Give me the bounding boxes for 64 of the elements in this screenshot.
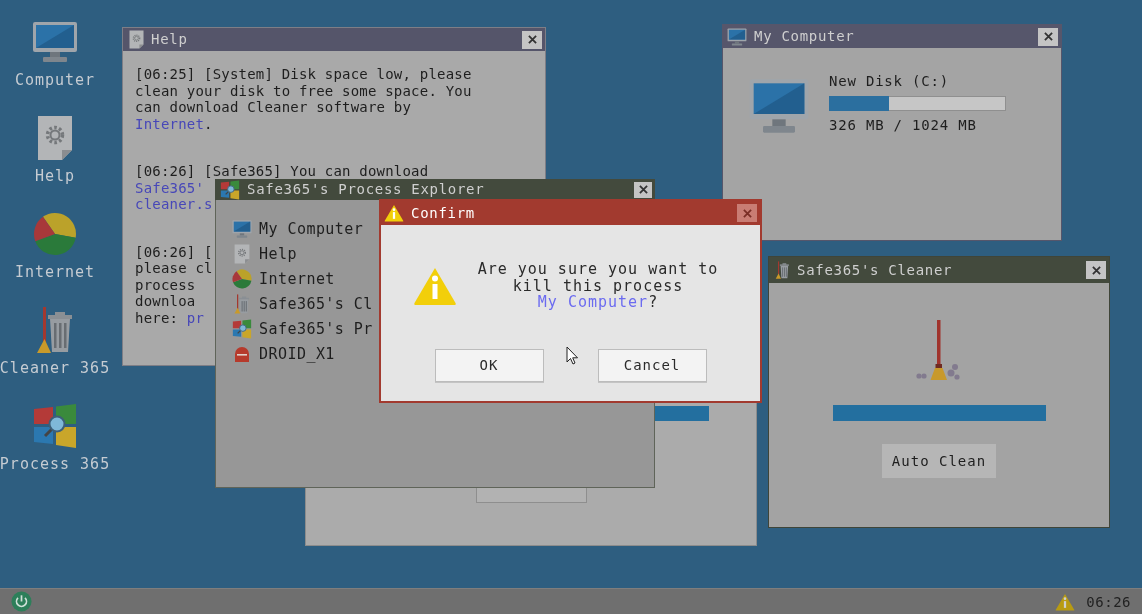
monitor-icon[interactable]: [32, 21, 78, 63]
log-message: [06:25] [System] Disk space low, please clean your disk to free some space. You can download Cleaner software by Internet.: [135, 66, 473, 132]
close-icon: [1043, 32, 1053, 41]
message-link[interactable]: cleaner.s: [135, 196, 213, 212]
window-title: Safe365's Cleaner: [797, 262, 954, 278]
close-icon: [638, 185, 648, 194]
close-icon: [1091, 265, 1101, 275]
process-item[interactable]: DROID_X1: [230, 341, 337, 366]
disk-name: New Disk (C:): [829, 73, 949, 90]
document-icon[interactable]: [37, 115, 73, 161]
close-button[interactable]: [634, 181, 652, 198]
close-button[interactable]: [1086, 261, 1106, 279]
desktop-icon-label[interactable]: Internet: [14, 264, 96, 280]
pie-chart-icon: [232, 268, 252, 289]
tiles-magnifier-icon: [232, 318, 252, 339]
mouse-cursor-icon: [566, 346, 578, 365]
message-link[interactable]: Internet: [135, 115, 205, 132]
message-link[interactable]: pr: [186, 309, 205, 326]
process-item[interactable]: Help: [230, 241, 299, 266]
confirm-message: Are you sure you want to kill this process My Computer?: [476, 261, 720, 311]
warning-icon[interactable]: [1055, 592, 1076, 611]
monitor-icon: [727, 27, 747, 46]
monitor-icon: [232, 218, 252, 239]
log-text-line: please cl: [135, 260, 213, 277]
window-title: Confirm: [411, 205, 476, 221]
clock-time: 06:26: [1086, 593, 1131, 610]
log-text-line: [06:26] [Safe365] You can download: [135, 163, 429, 180]
close-button[interactable]: [522, 30, 542, 49]
log-text-line: here: pr: [135, 309, 205, 326]
process-item[interactable]: Safe365's Cl: [230, 291, 375, 316]
trash-broom-icon: [775, 261, 790, 279]
document-icon: [232, 243, 252, 264]
close-icon: [527, 35, 537, 44]
log-text-line: downloa: [135, 293, 196, 310]
disk-usage-text: 326 MB / 1024 MB: [829, 117, 977, 134]
document-icon: [129, 30, 144, 49]
process-item[interactable]: Safe365's Pr: [230, 316, 375, 341]
warning-icon: [413, 266, 457, 306]
trash-broom-icon: [232, 293, 252, 314]
warning-icon: [384, 204, 404, 222]
desktop-icon-label[interactable]: Computer: [14, 72, 96, 88]
desktop-icon-label[interactable]: Process 365: [0, 456, 111, 472]
window-title: Safe365's Process Explorer: [247, 182, 486, 197]
log-text-line: [06:26] [: [135, 243, 213, 260]
desktop-icon-label[interactable]: Cleaner 365: [0, 360, 111, 376]
close-button[interactable]: [1038, 27, 1058, 46]
auto-clean-button[interactable]: Auto Clean: [882, 444, 996, 478]
tiles-magnifier-icon[interactable]: [32, 403, 78, 449]
progress-fill: [655, 406, 709, 421]
trash-broom-icon[interactable]: [35, 306, 75, 354]
pie-chart-icon[interactable]: [33, 212, 77, 256]
cancel-button[interactable]: Cancel: [597, 348, 707, 382]
process-link[interactable]: My Computer: [537, 293, 649, 311]
monitor-icon: [748, 78, 810, 134]
power-icon[interactable]: [11, 591, 32, 612]
process-item[interactable]: My Computer: [230, 216, 366, 241]
ok-button[interactable]: OK: [434, 348, 544, 382]
window-title: My Computer: [754, 29, 856, 44]
close-icon: [742, 208, 752, 218]
log-text-line: process: [135, 276, 196, 293]
desktop-icon-label[interactable]: Help: [34, 168, 76, 184]
message-link[interactable]: Safe365': [135, 179, 205, 196]
process-item[interactable]: Internet: [230, 266, 337, 291]
window-title: Help: [151, 32, 189, 47]
